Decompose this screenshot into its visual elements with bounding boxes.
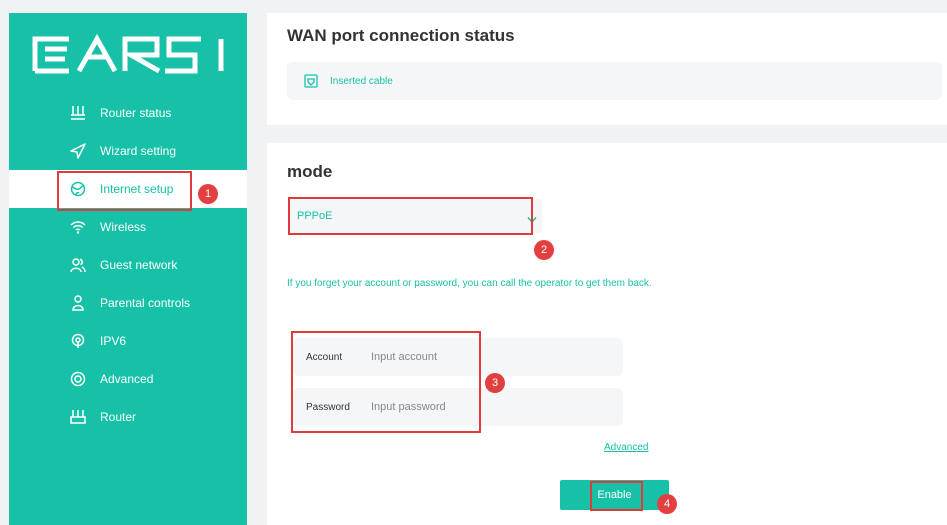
router-icon	[68, 407, 88, 427]
sidebar-item-label: IPV6	[100, 334, 127, 348]
mode-select[interactable]: PPPoE	[289, 199, 542, 233]
sidebar-item-label: Router status	[100, 106, 172, 120]
parent-child-icon	[68, 293, 88, 313]
sidebar-item-label: Wireless	[100, 220, 147, 234]
sidebar-item-router-status[interactable]: Router status	[9, 94, 247, 132]
paper-plane-icon	[68, 141, 88, 161]
sidebar: Router status Wizard setting Internet se…	[9, 13, 247, 525]
annotation-marker-3: 3	[485, 373, 505, 393]
annotation-marker-4: 4	[657, 494, 677, 514]
sidebar-item-label: Wizard setting	[100, 144, 177, 158]
wan-status-title: WAN port connection status	[287, 26, 515, 45]
mode-title: mode	[287, 162, 333, 181]
password-input[interactable]	[371, 392, 611, 422]
account-input[interactable]	[371, 342, 611, 372]
sidebar-item-label: Router	[100, 410, 137, 424]
router-status-icon	[68, 103, 88, 123]
sidebar-item-ipv6[interactable]: IPV6	[9, 322, 247, 360]
mode-select-value: PPPoE	[297, 210, 333, 222]
wifi-icon	[68, 217, 88, 237]
sidebar-item-advanced[interactable]: Advanced	[9, 360, 247, 398]
wan-status-box: Inserted cable	[287, 62, 942, 100]
sidebar-item-label: Parental controls	[100, 296, 191, 310]
account-field: Account	[293, 338, 623, 376]
operator-hint-text: If you forget your account or password, …	[287, 278, 652, 289]
guests-icon	[68, 255, 88, 275]
password-label: Password	[306, 401, 350, 413]
sidebar-item-wizard-setting[interactable]: Wizard setting	[9, 132, 247, 170]
target-icon	[68, 369, 88, 389]
annotation-marker-1: 1	[198, 184, 218, 204]
sidebar-item-label: Guest network	[100, 258, 178, 272]
sidebar-item-label: Internet setup	[100, 182, 174, 196]
sidebar-item-guest-network[interactable]: Guest network	[9, 246, 247, 284]
account-label: Account	[306, 351, 343, 363]
cable-icon	[304, 74, 318, 88]
annotation-marker-2: 2	[534, 240, 554, 260]
sidebar-item-router[interactable]: Router	[9, 398, 247, 436]
password-field: Password	[293, 388, 623, 426]
chevron-down-icon	[527, 211, 537, 229]
globe-icon	[68, 179, 88, 199]
enable-button[interactable]: Enable	[560, 480, 669, 510]
advanced-link[interactable]: Advanced	[604, 442, 648, 453]
sidebar-item-parental-controls[interactable]: Parental controls	[9, 284, 247, 322]
wan-status-text: Inserted cable	[330, 75, 393, 87]
sidebar-item-label: Advanced	[100, 372, 154, 386]
sidebar-item-wireless[interactable]: Wireless	[9, 208, 247, 246]
ipv6-icon	[68, 331, 88, 351]
brand-logo	[32, 33, 224, 74]
